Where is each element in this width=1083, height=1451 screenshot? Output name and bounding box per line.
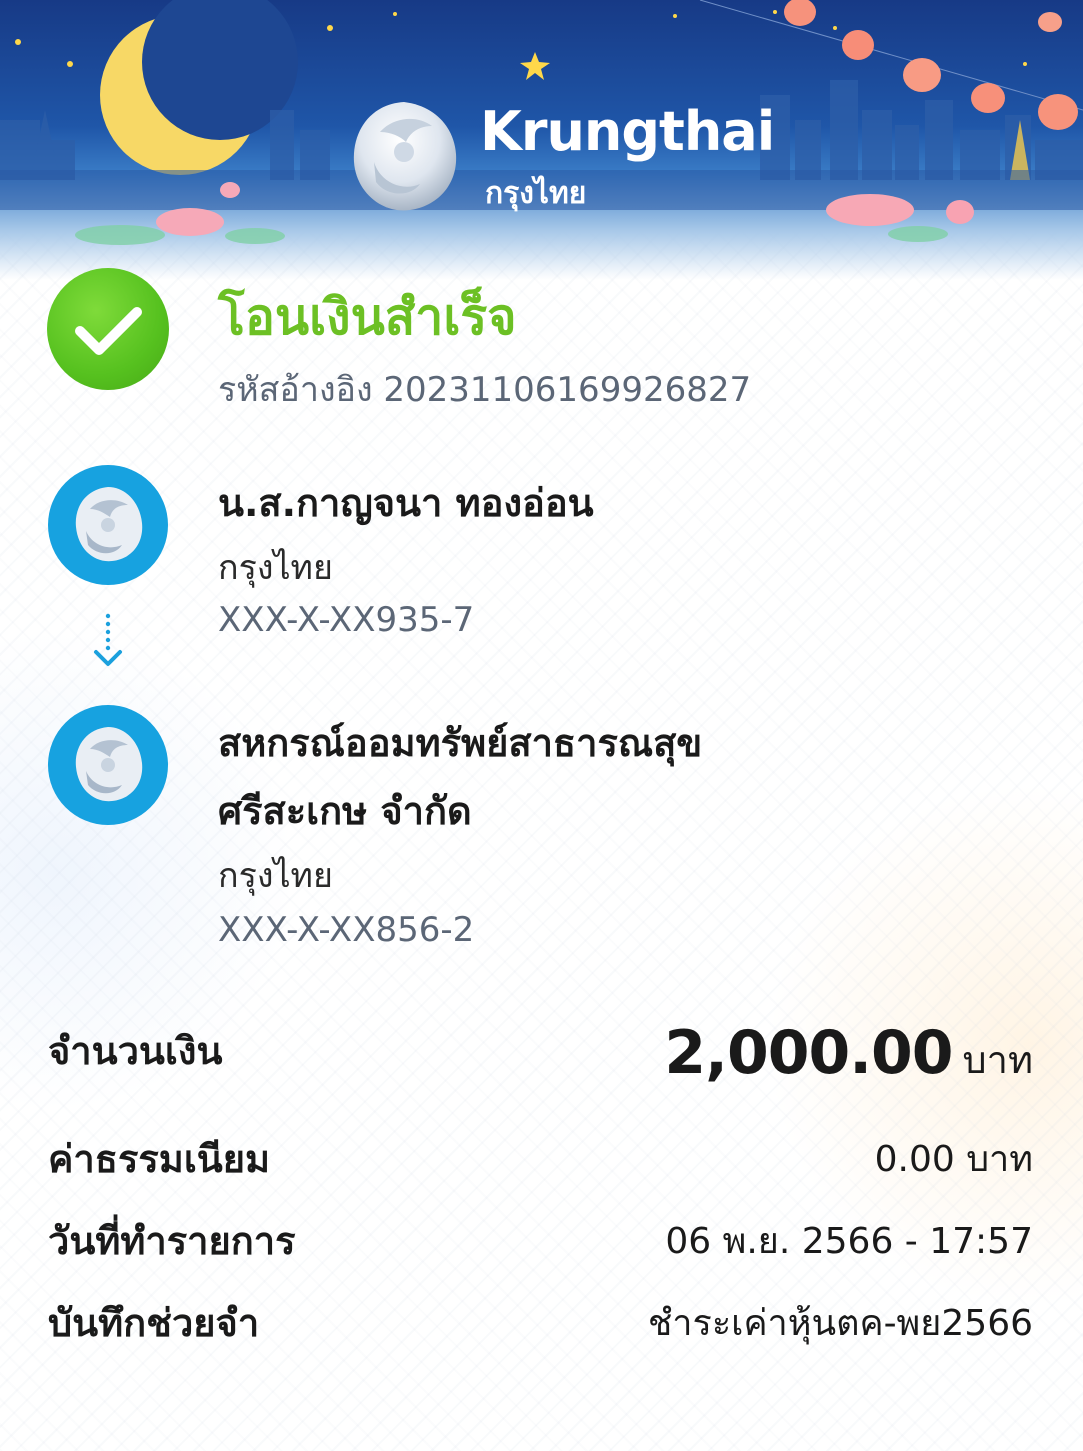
sender-account: XXX-X-XX935-7	[218, 600, 475, 640]
transfer-success-title: โอนเงินสำเร็จ	[218, 288, 517, 346]
logo-text-en: Krungthai	[480, 100, 775, 163]
transaction-date-label: วันที่ทำรายการ	[48, 1219, 296, 1263]
amount-label: จำนวนเงิน	[48, 1029, 223, 1073]
receiver-name-line1: สหกรณ์ออมทรัพย์สาธารณสุข	[218, 721, 703, 765]
reference-number: 20231106169926827	[383, 370, 752, 410]
fee-value: 0.00 บาท	[874, 1139, 1033, 1180]
arrow-down-icon	[94, 613, 122, 666]
amount-value-group: 2,000.00 บาท	[664, 1018, 1033, 1090]
amount-unit: บาท	[962, 1038, 1033, 1082]
krungthai-garuda-icon	[75, 487, 143, 562]
sender-name: น.ส.กาญจนา ทองอ่อน	[218, 481, 594, 525]
memo-value: ชำระเค่าหุ้นตค-พย2566	[647, 1303, 1033, 1344]
receiver-name-line2: ศรีสะเกษ จำกัด	[218, 789, 472, 833]
header-banner: Krungthai กรุงไทย	[0, 0, 1083, 280]
receiver-bank: กรุงไทย	[218, 856, 333, 896]
krungthai-logo: Krungthai กรุงไทย	[340, 92, 775, 222]
amount-value: 2,000.00	[664, 1018, 953, 1088]
logo-text-th: กรุงไทย	[485, 176, 587, 211]
sender-bank-avatar	[48, 465, 168, 585]
krungthai-garuda-icon	[75, 727, 143, 802]
transaction-date-value: 06 พ.ย. 2566 - 17:57	[665, 1221, 1033, 1262]
receiver-bank-avatar	[48, 705, 168, 825]
check-circle-icon	[47, 268, 169, 390]
memo-label: บันทึกช่วยจำ	[48, 1301, 260, 1345]
fee-label: ค่าธรรมเนียม	[48, 1137, 271, 1181]
reference-line: รหัสอ้างอิง 20231106169926827	[218, 362, 751, 416]
receiver-account: XXX-X-XX856-2	[218, 910, 475, 950]
reference-label: รหัสอ้างอิง	[218, 370, 373, 410]
sender-bank: กรุงไทย	[218, 548, 333, 588]
krungthai-garuda-icon	[353, 102, 457, 211]
